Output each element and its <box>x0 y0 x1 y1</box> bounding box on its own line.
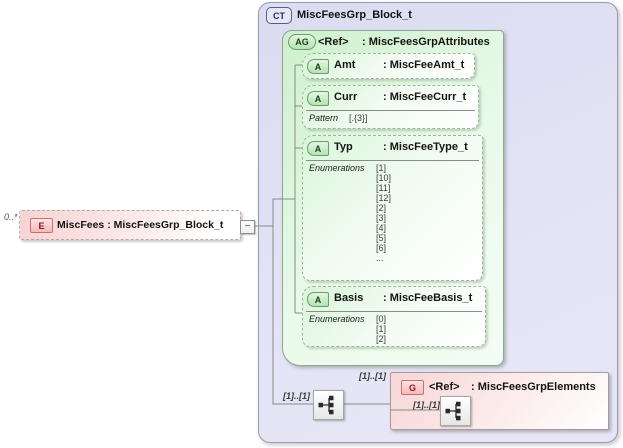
facet-value: [.{3}] <box>349 113 368 123</box>
facet-separator <box>306 160 479 161</box>
facet-value: [10] <box>376 173 392 183</box>
attribute-type: : MiscFeeBasis_t <box>383 292 473 304</box>
element-multiplicity: 0..* <box>4 212 18 222</box>
facet-value: [4] <box>376 223 387 233</box>
sequence-icon[interactable] <box>313 390 344 420</box>
facet-value: [6] <box>376 243 387 253</box>
complex-type-badge-icon: CT <box>266 7 292 24</box>
facet-value: [1] <box>376 324 387 334</box>
facet-value: ... <box>376 253 384 263</box>
facet-value: [5] <box>376 233 387 243</box>
attribute-type: : MiscFeeAmt_t <box>383 59 465 71</box>
facet-value: [2] <box>376 334 387 344</box>
inner-sequence-multiplicity: [1]..[1] <box>413 400 440 410</box>
attribute-badge-icon: A <box>307 59 329 74</box>
attribute-header: A Amt : MiscFeeAmt_t <box>303 54 474 78</box>
facet-value: [3] <box>376 213 387 223</box>
sequence-glyph-icon <box>445 401 461 421</box>
facet-value: [11] <box>376 183 391 193</box>
attribute-name: Basis <box>334 292 364 304</box>
facet-values: [0] [1] [2] <box>376 314 386 344</box>
group-ref-box[interactable]: G <Ref> : MiscFeesGrpElements [1]..[1] <box>390 372 609 430</box>
facet-value: [1] <box>376 163 387 173</box>
group-ref-label: <Ref> <box>429 381 460 393</box>
facet-separator <box>306 311 482 312</box>
attribute-box-curr[interactable]: A Curr : MiscFeeCurr_t Pattern [.{3}] <box>302 85 479 129</box>
collapse-toggle[interactable]: − <box>240 220 255 234</box>
group-badge-icon: G <box>401 380 424 395</box>
facet-label: Pattern <box>309 113 339 123</box>
complex-type-title: MiscFeesGrp_Block_t <box>297 9 412 21</box>
attribute-badge-icon: A <box>307 91 329 106</box>
element-box-miscfees[interactable]: E MiscFees : MiscFeesGrp_Block_t <box>19 210 241 240</box>
element-label: MiscFees : MiscFeesGrp_Block_t <box>57 219 224 231</box>
sequence-icon[interactable] <box>440 396 471 426</box>
facet-value: [2] <box>376 203 387 213</box>
attribute-header: A Curr : MiscFeeCurr_t <box>303 86 478 110</box>
attribute-badge-icon: A <box>307 292 329 307</box>
outer-sequence-multiplicity: [1]..[1] <box>283 391 310 401</box>
attribute-header: A Typ : MiscFeeType_t <box>303 136 482 160</box>
facet-label: Enumerations <box>309 314 365 324</box>
facet-separator <box>306 110 475 111</box>
facet-label: Enumerations <box>309 163 365 173</box>
attribute-group-badge-icon: AG <box>288 34 316 50</box>
sequence-glyph-icon <box>318 395 334 415</box>
attribute-box-basis[interactable]: A Basis : MiscFeeBasis_t Enumerations [0… <box>302 286 486 347</box>
attribute-box-typ[interactable]: A Typ : MiscFeeType_t Enumerations [1] [1… <box>302 135 483 281</box>
facet-value: [0] <box>376 314 387 324</box>
attribute-name: Curr <box>334 91 358 103</box>
attribute-type: : MiscFeeCurr_t <box>383 91 467 103</box>
group-ref-multiplicity: [1]..[1] <box>359 371 386 381</box>
attribute-name: Amt <box>334 59 356 71</box>
attribute-box-amt[interactable]: A Amt : MiscFeeAmt_t <box>302 53 475 79</box>
attribute-type: : MiscFeeType_t <box>383 141 468 153</box>
attribute-group-type: : MiscFeesGrpAttributes <box>362 36 490 48</box>
group-ref-type: : MiscFeesGrpElements <box>471 381 596 393</box>
attribute-badge-icon: A <box>307 141 329 156</box>
xsd-diagram: CT MiscFeesGrp_Block_t AG <Ref> : MiscFe… <box>0 0 623 448</box>
attribute-name: Typ <box>334 141 353 153</box>
facet-values: [1] [10] [11] [12] [2] [3] [4] [5] [6]... <box>376 163 391 263</box>
facet-values: [.{3}] <box>349 113 368 123</box>
attribute-header: A Basis : MiscFeeBasis_t <box>303 287 485 311</box>
facet-value: [12] <box>376 193 392 203</box>
element-badge-icon: E <box>30 218 53 233</box>
attribute-group-ref: <Ref> <box>318 36 349 48</box>
